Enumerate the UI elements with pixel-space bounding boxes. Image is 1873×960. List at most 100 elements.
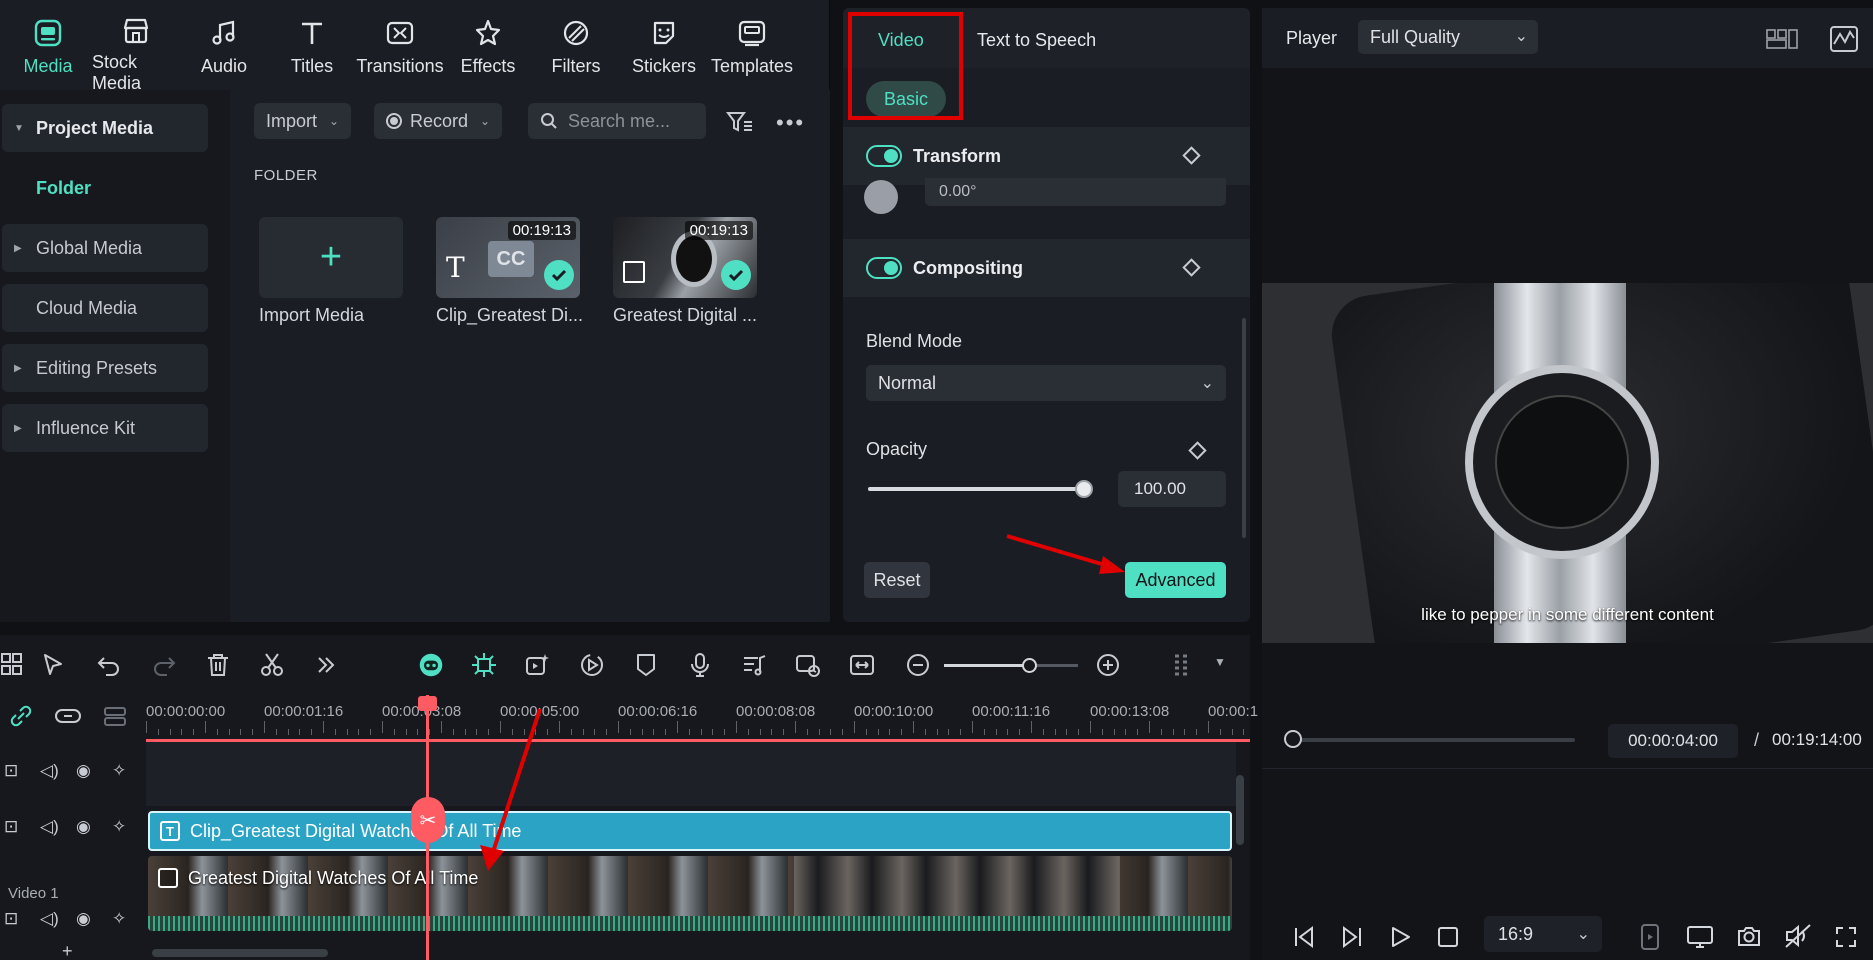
ai-copilot-icon[interactable] — [416, 650, 446, 680]
playhead-handle[interactable] — [418, 696, 437, 711]
scrubber-thumb[interactable] — [1284, 730, 1302, 748]
keyframe-diamond-icon[interactable] — [1182, 258, 1201, 277]
marker-shield-icon[interactable] — [632, 651, 660, 679]
media-item-greatest-digital[interactable]: 00:19:13 Greatest Digital ... — [613, 217, 757, 326]
grid-layout-icon[interactable] — [0, 651, 28, 679]
compositing-toggle[interactable] — [866, 257, 902, 279]
track-manager-icon[interactable] — [102, 703, 128, 734]
magnetic-snap-icon[interactable] — [470, 651, 498, 679]
search-input[interactable] — [568, 110, 688, 132]
timeline-horizontal-scrollbar[interactable] — [152, 949, 328, 957]
tab-transitions[interactable]: Transitions — [356, 0, 444, 90]
timeline-vertical-scrollbar[interactable] — [1236, 775, 1244, 845]
advanced-button[interactable]: Advanced — [1125, 562, 1226, 598]
empty-track-lane[interactable] — [146, 742, 1236, 806]
fit-timeline-icon[interactable] — [848, 651, 876, 679]
eye-icon[interactable]: ◉ — [76, 761, 91, 781]
fullscreen-icon[interactable] — [1834, 925, 1858, 949]
tab-filters[interactable]: Filters — [532, 0, 620, 90]
snapshot-camera-icon[interactable] — [1736, 923, 1762, 949]
ai-video-icon[interactable] — [524, 651, 552, 679]
title-clip[interactable]: T Clip_Greatest Digital Watches Of All T… — [148, 811, 1232, 851]
keyframe-diamond-icon[interactable] — [1188, 441, 1207, 460]
audio-mute-icon[interactable] — [1784, 923, 1812, 949]
select-cursor-icon[interactable] — [40, 651, 68, 679]
sidebar-item-project-media[interactable]: ▼ Project Media — [2, 104, 208, 152]
rotate-value[interactable]: 0.00° — [925, 178, 1226, 206]
more-tools-icon[interactable] — [312, 651, 340, 679]
video-preview[interactable]: like to pepper in some different content — [1262, 283, 1873, 643]
import-button[interactable]: Import ⌄ — [254, 103, 352, 139]
search-box[interactable] — [528, 103, 706, 139]
opacity-value-input[interactable]: 100.00 — [1118, 471, 1226, 507]
tab-templates[interactable]: Templates — [708, 0, 796, 90]
magic-wand-icon[interactable]: ✧ — [112, 761, 126, 781]
zoom-slider-thumb[interactable] — [1022, 658, 1037, 673]
redo-icon[interactable] — [150, 651, 178, 679]
blend-mode-select[interactable]: Normal ⌄ — [866, 365, 1226, 401]
phone-preview-icon[interactable] — [1640, 923, 1660, 951]
group-icon[interactable] — [54, 703, 82, 734]
opacity-slider-thumb[interactable] — [1075, 480, 1093, 498]
sidebar-item-influence-kit[interactable]: ▶ Influence Kit — [2, 404, 208, 452]
previous-frame-icon[interactable] — [1292, 925, 1316, 949]
track-layout-icon[interactable] — [1170, 651, 1198, 679]
compositing-section-header[interactable]: Compositing — [843, 239, 1250, 297]
more-options-icon[interactable]: ••• — [776, 110, 805, 136]
speaker-icon[interactable]: ◁) — [40, 909, 59, 929]
current-time-field[interactable]: 00:00:04:00 — [1608, 724, 1738, 758]
reset-button[interactable]: Reset — [864, 562, 930, 598]
zoom-slider-track[interactable] — [944, 658, 1078, 673]
chevron-down-icon[interactable]: ▼ — [1214, 655, 1226, 669]
speaker-icon[interactable]: ◁) — [40, 817, 59, 837]
lock-icon[interactable]: ⊡ — [4, 761, 18, 781]
aspect-ratio-select[interactable]: 16:9 ⌄ — [1484, 916, 1602, 952]
magic-wand-icon[interactable]: ✧ — [112, 817, 126, 837]
speaker-icon[interactable]: ◁) — [40, 761, 59, 781]
media-item-clip-greatest[interactable]: T CC 00:19:13 Clip_Greatest Di... — [436, 217, 583, 326]
quality-select[interactable]: Full Quality ⌄ — [1358, 20, 1538, 54]
stop-icon[interactable] — [1436, 925, 1460, 949]
scrubber-track[interactable] — [1292, 738, 1575, 742]
rotate-dial[interactable] — [864, 180, 898, 214]
zoom-out-icon[interactable] — [904, 651, 932, 679]
keyframe-diamond-icon[interactable] — [1182, 146, 1201, 165]
transform-toggle[interactable] — [866, 145, 902, 167]
tab-stock-media[interactable]: Stock Media — [92, 0, 180, 93]
auto-sync-icon[interactable] — [794, 651, 822, 679]
record-button[interactable]: Record ⌄ — [374, 103, 503, 139]
import-media-card[interactable]: + Import Media — [259, 217, 403, 326]
import-media-thumb[interactable]: + — [259, 217, 403, 298]
opacity-slider-track[interactable] — [868, 480, 1093, 498]
tab-media[interactable]: Media — [4, 0, 92, 90]
add-track-icon[interactable]: + — [62, 941, 73, 960]
properties-scrollbar[interactable] — [1242, 318, 1246, 538]
sidebar-item-global-media[interactable]: ▶ Global Media — [2, 224, 208, 272]
grid-view-icon[interactable] — [1766, 27, 1798, 51]
audio-mixer-icon[interactable] — [740, 651, 768, 679]
split-scissors-icon[interactable]: ✂ — [411, 797, 445, 843]
tab-stickers[interactable]: Stickers — [620, 0, 708, 90]
eye-icon[interactable]: ◉ — [76, 909, 91, 929]
sidebar-item-folder[interactable]: Folder — [36, 178, 91, 199]
playback-speed-icon[interactable] — [578, 651, 606, 679]
zoom-in-icon[interactable] — [1094, 651, 1122, 679]
sidebar-item-editing-presets[interactable]: ▶ Editing Presets — [2, 344, 208, 392]
tab-text-to-speech[interactable]: Text to Speech — [977, 30, 1096, 51]
display-icon[interactable] — [1686, 925, 1714, 949]
tab-effects[interactable]: Effects — [444, 0, 532, 90]
lock-icon[interactable]: ⊡ — [4, 909, 18, 929]
filter-sort-icon[interactable] — [726, 110, 754, 139]
play-icon[interactable] — [1388, 925, 1412, 949]
split-scissors-icon[interactable] — [258, 651, 286, 679]
sidebar-item-cloud-media[interactable]: Cloud Media — [2, 284, 208, 332]
link-icon[interactable] — [8, 703, 34, 734]
undo-icon[interactable] — [95, 651, 123, 679]
magic-wand-icon[interactable]: ✧ — [112, 909, 126, 929]
scopes-icon[interactable] — [1830, 26, 1858, 52]
timeline-ruler[interactable]: 00:00:00:00 00:00:01:16 00:00:03:08 00:00:0… — [146, 693, 1258, 739]
eye-icon[interactable]: ◉ — [76, 817, 91, 837]
tab-audio[interactable]: Audio — [180, 0, 268, 90]
next-frame-icon[interactable] — [1340, 925, 1364, 949]
delete-icon[interactable] — [204, 651, 232, 679]
